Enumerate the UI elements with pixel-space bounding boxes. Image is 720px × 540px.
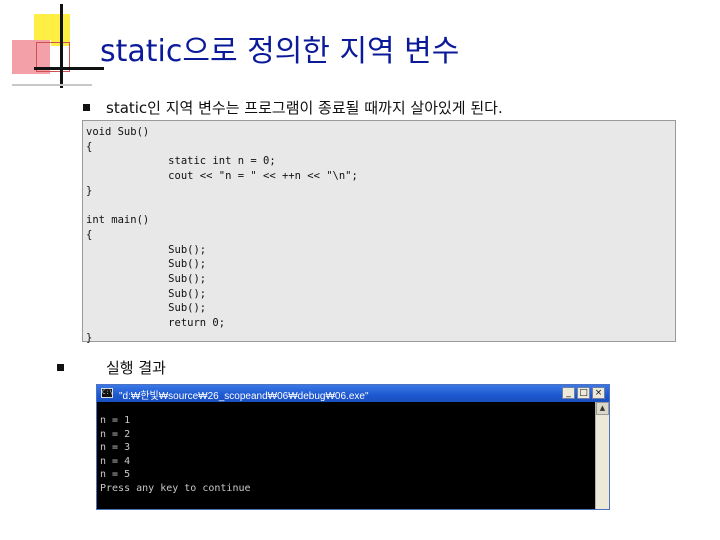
minimize-button[interactable]: _	[562, 387, 575, 399]
bullet-text-static-local: static인 지역 변수는 프로그램이 종료될 때까지 살아있게 된다.	[106, 99, 503, 117]
cmd-icon: C:\	[101, 388, 113, 398]
console-title: "d:₩한빛₩source₩26_scopeand₩06₩debug₩06.ex…	[119, 391, 369, 402]
decor-vertical-bar	[60, 4, 63, 88]
bullet-square-icon	[57, 364, 64, 371]
maximize-button[interactable]: □	[577, 387, 590, 399]
console-titlebar[interactable]: C:\ "d:₩한빛₩source₩26_scopeand₩06₩debug₩0…	[97, 385, 609, 402]
code-listing: void Sub() { static int n = 0; cout << "…	[86, 126, 358, 344]
vertical-scrollbar[interactable]: ▲	[595, 402, 609, 509]
decor-horizontal-bar	[34, 67, 104, 70]
decor-gray-line	[12, 84, 92, 86]
slide-title: static으로 정의한 지역 변수	[100, 34, 460, 69]
console-output: n = 1 n = 2 n = 3 n = 4 n = 5 Press any …	[100, 415, 251, 494]
close-button[interactable]: ×	[592, 387, 605, 399]
console-body[interactable]: n = 1 n = 2 n = 3 n = 4 n = 5 Press any …	[97, 402, 595, 509]
code-box: void Sub() { static int n = 0; cout << "…	[82, 120, 676, 344]
bullet-text-result: 실행 결과	[106, 359, 166, 377]
scroll-up-arrow-icon[interactable]: ▲	[596, 402, 609, 415]
bullet-square-icon	[83, 104, 90, 111]
console-window[interactable]: C:\ "d:₩한빛₩source₩26_scopeand₩06₩debug₩0…	[96, 384, 610, 510]
